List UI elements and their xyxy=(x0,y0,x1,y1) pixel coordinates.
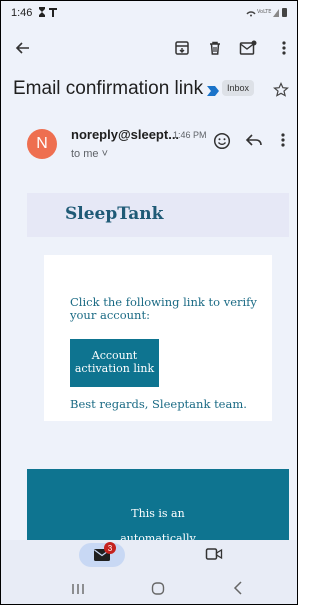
status-bar: 1:46 VoLTE xyxy=(1,1,297,27)
inbox-label[interactable]: Inbox xyxy=(222,80,255,96)
important-marker-icon[interactable] xyxy=(207,83,219,101)
archive-icon[interactable] xyxy=(171,37,193,59)
email-body: SleepTank Click the following link to ve… xyxy=(1,171,297,546)
phone-screen: 1:46 VoLTE Email confirmation link Inbox… xyxy=(0,0,298,605)
emoji-reaction-icon[interactable] xyxy=(213,132,231,155)
recipient-details[interactable]: to me ˅ xyxy=(71,148,108,160)
action-bar xyxy=(1,27,297,71)
trash-icon[interactable] xyxy=(204,37,226,59)
signal-battery-icons: VoLTE xyxy=(246,8,287,17)
system-back-icon[interactable] xyxy=(233,581,243,600)
verify-instructions: Click the following link to verify your … xyxy=(70,295,257,322)
status-notification-icons xyxy=(37,6,59,21)
verification-card: Click the following link to verify your … xyxy=(44,255,272,421)
email-subject: Email confirmation link xyxy=(13,78,204,99)
status-time: 1:46 xyxy=(11,7,33,19)
brand-name: SleepTank xyxy=(65,204,164,224)
home-icon[interactable] xyxy=(151,582,165,600)
activation-button-line2: activation link xyxy=(74,362,155,375)
notification-icons xyxy=(39,7,57,17)
recent-apps-icon[interactable] xyxy=(71,582,85,600)
mail-tab[interactable]: 3 xyxy=(79,542,125,567)
email-footer: This is an automatically xyxy=(27,469,289,546)
account-activation-link-button[interactable]: Account activation link xyxy=(70,339,159,387)
mark-unread-icon[interactable] xyxy=(237,37,259,59)
back-arrow-icon[interactable] xyxy=(11,37,33,59)
svg-text:VoLTE: VoLTE xyxy=(257,9,271,15)
more-vert-icon[interactable] xyxy=(273,37,295,59)
email-time: 1:46 PM xyxy=(173,130,207,140)
system-navigation-bar xyxy=(1,570,297,604)
sender-avatar[interactable]: N xyxy=(27,129,57,159)
reply-icon[interactable] xyxy=(245,132,263,153)
mail-unread-badge: 3 xyxy=(104,542,116,554)
bottom-navigation: 3 xyxy=(1,540,297,570)
sender-row: N noreply@sleept... 1:46 PM to me ˅ xyxy=(1,111,297,171)
footer-text-line1: This is an xyxy=(131,507,185,520)
subject-row: Email confirmation link Inbox xyxy=(1,71,297,111)
activation-button-line1: Account xyxy=(91,349,138,362)
status-system-icons: VoLTE xyxy=(245,6,289,21)
sender-name[interactable]: noreply@sleept... xyxy=(71,127,179,142)
star-icon[interactable] xyxy=(273,82,289,103)
message-more-icon[interactable] xyxy=(280,132,286,153)
brand-header: SleepTank xyxy=(27,193,289,237)
regards-text: Best regards, Sleeptank team. xyxy=(70,397,247,411)
meet-video-icon[interactable] xyxy=(205,547,223,566)
